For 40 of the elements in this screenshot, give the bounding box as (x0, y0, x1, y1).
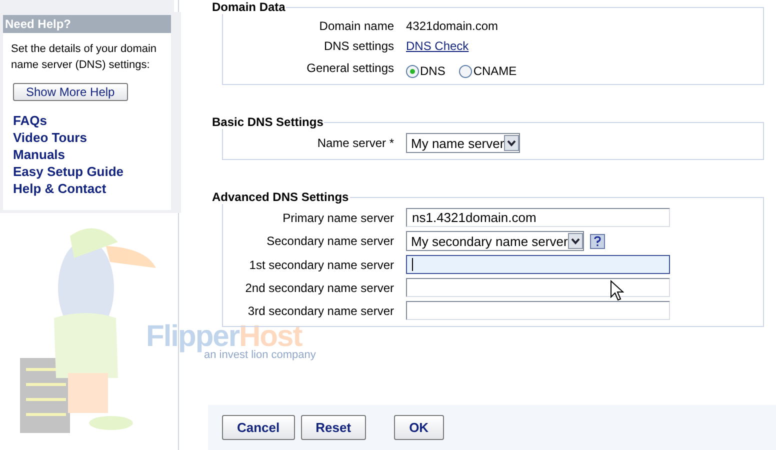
caret-icon (504, 135, 520, 151)
radio-option[interactable]: DNS (406, 64, 446, 78)
text-field[interactable] (406, 255, 670, 274)
radio-option[interactable]: CNAME (459, 64, 517, 78)
dns-check-link[interactable]: DNS Check (406, 39, 469, 53)
text-field[interactable]: ns1.4321domain.com (406, 208, 670, 227)
field-label: Name server * (316, 136, 394, 150)
field-value: 4321domain.com (406, 19, 498, 33)
help-text: Set the details of your domain name server (DNS) settings: (11, 42, 158, 73)
dropdown[interactable]: My name server (406, 133, 520, 153)
logo-tagline: an invest lion company (204, 350, 316, 361)
field-label: Primary name server (282, 210, 394, 224)
caret-icon (568, 233, 583, 249)
form-button[interactable]: Cancel (222, 415, 295, 440)
show-more-help-button[interactable]: Show More Help (13, 83, 128, 101)
help-link[interactable]: Help & Contact (13, 180, 106, 197)
group-title: Advanced DNS Settings (211, 190, 350, 204)
text-field[interactable] (406, 301, 670, 320)
field-label: 1st secondary name server (248, 258, 394, 272)
radio-button[interactable] (459, 64, 472, 78)
field-label: Secondary name server (266, 234, 394, 248)
group-title: Basic DNS Settings (211, 115, 324, 129)
help-title: Need Help? (3, 15, 171, 33)
form-button[interactable]: OK (394, 415, 444, 440)
field-label: DNS settings (322, 39, 394, 53)
group-title: Domain Data (211, 0, 286, 14)
form-button[interactable]: Reset (300, 415, 366, 440)
mouse-cursor-icon (610, 280, 624, 302)
help-link[interactable]: Easy Setup Guide (13, 163, 124, 180)
help-link[interactable]: Video Tours (13, 129, 87, 146)
help-icon[interactable] (590, 234, 605, 248)
help-link[interactable]: FAQs (13, 112, 47, 129)
field-label: Domain name (318, 19, 394, 33)
text-field[interactable] (406, 278, 670, 297)
help-link[interactable]: Manuals (13, 146, 66, 163)
field-label: 2nd secondary name server (244, 280, 394, 294)
radio-button[interactable] (406, 64, 419, 78)
field-label: General settings (306, 61, 394, 75)
field-label: 3rd secondary name server (246, 304, 394, 318)
dropdown[interactable]: My secondary name server (406, 231, 584, 251)
